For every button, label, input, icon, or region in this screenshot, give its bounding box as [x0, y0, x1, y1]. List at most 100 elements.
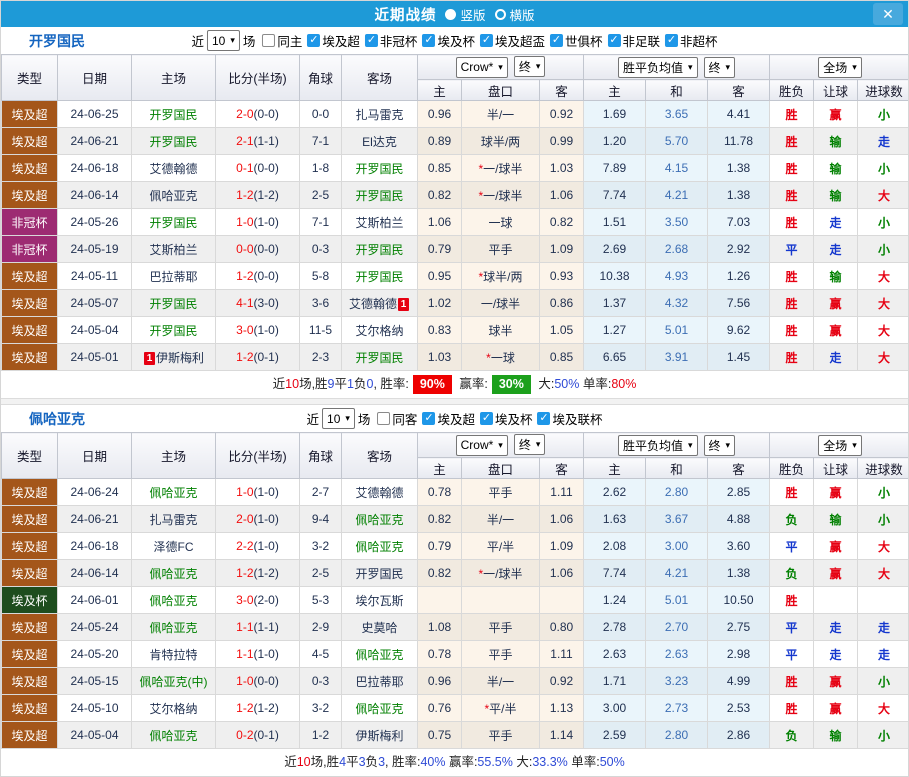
same-venue-checkbox[interactable] [262, 34, 275, 47]
header-group-row: 类型日期主场比分(半场)角球客场Crow*▾终▾胜平负均值▾终▾全场▾ [2, 55, 909, 80]
date-cell: 24-05-11 [58, 263, 132, 290]
odds-away-cell: 0.92 [540, 668, 584, 695]
match-row: 埃及超24-06-21扎马雷克2-0(1-0)9-4佩哈亚克0.82半/一1.0… [2, 506, 909, 533]
result-cell: 胜 [770, 668, 814, 695]
league-type-cell: 非冠杯 [2, 209, 58, 236]
match-row: 埃及超24-05-07开罗国民4-1(3-0)3-6艾德翰德11.02一/球半0… [2, 290, 909, 317]
match-count-select-value: 10 [212, 34, 225, 48]
handicap-result-cell: 输 [814, 128, 858, 155]
corner-cell: 2-5 [300, 560, 342, 587]
summary-part: 单率: [568, 755, 600, 769]
league-filter: ✓埃及联杯 [532, 409, 602, 428]
league-label: 埃及杯 [437, 31, 475, 50]
league-checkbox[interactable]: ✓ [665, 34, 678, 47]
scope-select[interactable]: 全场▾ [818, 57, 862, 78]
avg-final-select[interactable]: 终▾ [704, 435, 736, 456]
home-team-cell: 扎马雷克 [132, 506, 216, 533]
avg-type-select[interactable]: 胜平负均值▾ [618, 57, 698, 78]
league-checkbox[interactable]: ✓ [307, 34, 320, 47]
fulltime-score: 0-2 [236, 728, 253, 742]
avg-type-select[interactable]: 胜平负均值▾ [618, 435, 698, 456]
fulltime-score: 2-1 [236, 134, 253, 148]
home-team-name: 开罗国民 [149, 216, 197, 230]
corner-cell: 2-3 [300, 344, 342, 371]
scope-select[interactable]: 全场▾ [818, 435, 862, 456]
league-checkbox[interactable]: ✓ [480, 34, 493, 47]
handicap-result-cell: 赢 [814, 290, 858, 317]
handicap-cell: 半/一 [462, 668, 540, 695]
league-type-cell: 埃及超 [2, 668, 58, 695]
away-team-name: 艾德翰德 [355, 486, 403, 500]
league-checkbox[interactable]: ✓ [480, 412, 493, 425]
date-cell: 24-06-21 [58, 128, 132, 155]
radio-selected-icon [445, 9, 456, 20]
radio-horizontal-layout[interactable]: 横版 [495, 5, 535, 24]
close-button[interactable]: ✕ [873, 3, 903, 25]
goals-result-cell: 大 [858, 560, 909, 587]
goals-result-cell [858, 587, 909, 614]
match-count-select[interactable]: 10▾ [322, 408, 355, 429]
col-header: 角球 [300, 433, 342, 479]
league-checkbox[interactable]: ✓ [537, 412, 550, 425]
away-team-cell: 史莫哈 [342, 614, 418, 641]
away-team-name: 佩哈亚克 [355, 513, 403, 527]
sub-col-header: 和 [646, 80, 708, 101]
odds-away-cell: 1.11 [540, 641, 584, 668]
goals-result-cell: 走 [858, 641, 909, 668]
score-cell: 1-2(1-2) [216, 695, 300, 722]
avg-draw-cell: 4.32 [646, 290, 708, 317]
league-checkbox[interactable]: ✓ [550, 34, 563, 47]
scope-group-header: 全场▾ [770, 55, 909, 80]
handicap-cell: 半/一 [462, 101, 540, 128]
goals-result-cell: 小 [858, 155, 909, 182]
sub-col-header: 让球 [814, 458, 858, 479]
goals-result-cell: 大 [858, 695, 909, 722]
summary-part: 大: [513, 755, 532, 769]
date-cell: 24-06-18 [58, 155, 132, 182]
away-team-cell: 艾尔格纳 [342, 317, 418, 344]
league-type-cell: 埃及超 [2, 479, 58, 506]
avg-draw-cell: 2.68 [646, 236, 708, 263]
match-count-select[interactable]: 10▾ [207, 30, 240, 51]
same-venue-checkbox[interactable] [377, 412, 390, 425]
handicap-result-cell: 走 [814, 344, 858, 371]
odds-final-select[interactable]: 终▾ [514, 56, 546, 77]
red-card-badge: 1 [144, 352, 155, 365]
away-team-name: 巴拉蒂耶 [355, 675, 403, 689]
filter-controls: 近10▾场同主✓埃及超✓非冠杯✓埃及杯✓埃及超盃✓世俱杯✓非足联✓非超杯 [191, 30, 717, 51]
halftime-score: (0-1) [254, 350, 279, 364]
league-checkbox[interactable]: ✓ [422, 412, 435, 425]
date-cell: 24-05-07 [58, 290, 132, 317]
corner-cell: 3-6 [300, 290, 342, 317]
home-team-name: 佩哈亚克 [149, 189, 197, 203]
odds-company-select[interactable]: Crow*▾ [456, 57, 508, 78]
away-team-name: 史莫哈 [361, 621, 397, 635]
league-checkbox[interactable]: ✓ [365, 34, 378, 47]
avg-draw-cell: 2.73 [646, 695, 708, 722]
league-checkbox[interactable]: ✓ [422, 34, 435, 47]
date-cell: 24-06-18 [58, 533, 132, 560]
score-cell: 1-2(1-2) [216, 182, 300, 209]
match-row: 埃及超24-06-14佩哈亚克1-2(1-2)2-5开罗国民0.82*一/球半1… [2, 560, 909, 587]
radio-vertical-layout[interactable]: 竖版 [445, 5, 485, 24]
summary-part: 30% [492, 375, 531, 394]
league-label: 非足联 [622, 31, 660, 50]
odds-final-select[interactable]: 终▾ [514, 434, 546, 455]
col-header: 比分(半场) [216, 433, 300, 479]
sub-col-header: 主 [584, 80, 646, 101]
odds-company-select[interactable]: Crow*▾ [456, 435, 508, 456]
goals-result-cell: 走 [858, 614, 909, 641]
date-cell: 24-06-01 [58, 587, 132, 614]
handicap-result-cell: 输 [814, 722, 858, 749]
league-checkbox[interactable]: ✓ [607, 34, 620, 47]
col-header: 比分(半场) [216, 55, 300, 101]
avg-final-select[interactable]: 终▾ [704, 57, 736, 78]
away-team-cell: 开罗国民 [342, 560, 418, 587]
fulltime-score: 1-1 [236, 620, 253, 634]
handicap-text: 一/球半 [483, 189, 522, 203]
away-team-name: 开罗国民 [355, 351, 403, 365]
odds-home-cell: 0.78 [418, 479, 462, 506]
handicap-cell: *一/球半 [462, 155, 540, 182]
odds-home-cell [418, 587, 462, 614]
avg-draw-cell: 5.01 [646, 587, 708, 614]
